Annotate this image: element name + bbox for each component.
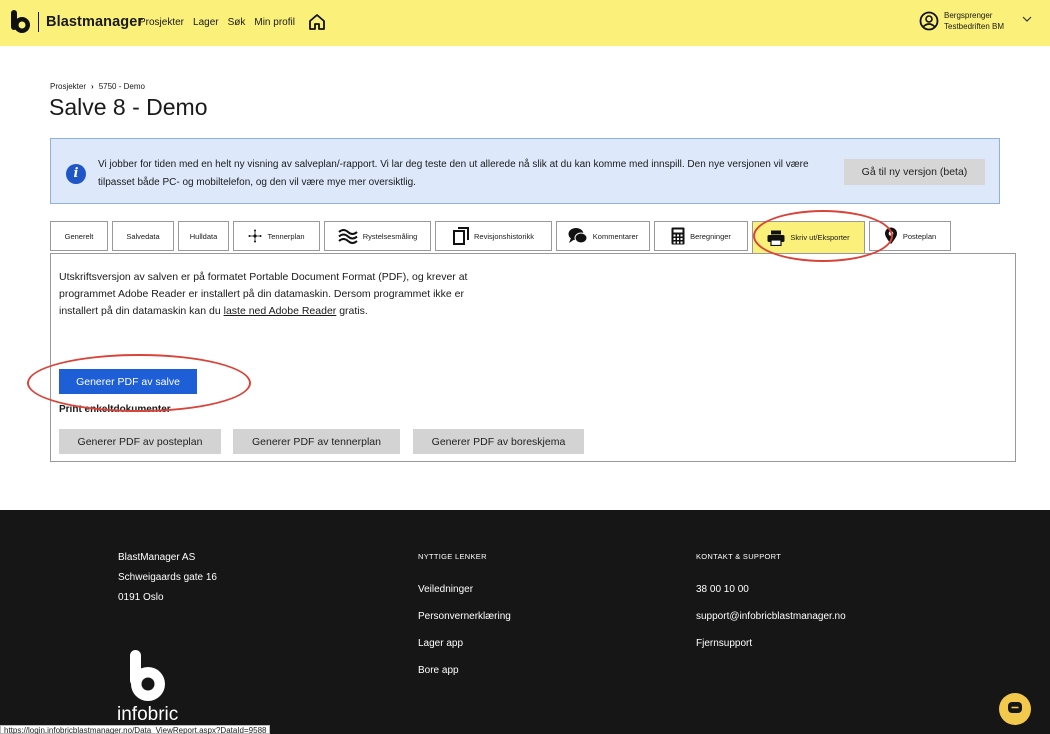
logo-divider (38, 12, 39, 32)
user-company: Testbedriften BM (944, 22, 1005, 31)
info-icon: i (66, 164, 86, 184)
chat-icon (568, 228, 588, 244)
chat-bubble-icon (1008, 701, 1022, 713)
pdf-description-end: gratis. (336, 305, 368, 317)
tab-label: Beregninger (690, 231, 731, 241)
tab-posteplan[interactable]: Posteplan (869, 221, 951, 251)
user-info[interactable]: Bergsprenger Testbedriften BM (944, 10, 1004, 32)
tab-label: Posteplan (902, 231, 937, 241)
tab-skriv-ut-eksporter[interactable]: Skriv ut/Eksporter (752, 221, 865, 253)
calculator-icon (671, 227, 685, 245)
top-navigation-bar: Blastmanager Prosjekter Lager Søk Min pr… (0, 0, 1050, 46)
pdf-description: Utskriftsversjon av salven er på formate… (59, 269, 479, 320)
tab-label: Rystelsesmåling (362, 231, 418, 241)
tab-bar: Generelt Salvedata Hulldata Tennerplan R… (50, 221, 955, 253)
network-icon (248, 229, 262, 243)
contact-email[interactable]: support@infobricblastmanager.no (696, 603, 846, 630)
nav-item-min-profil[interactable]: Min profil (254, 17, 295, 28)
generate-salve-pdf-button[interactable]: Generer PDF av salve (59, 369, 197, 394)
chevron-down-icon[interactable] (1022, 15, 1032, 23)
tab-label: Tennerplan (267, 231, 305, 241)
nav-item-prosjekter[interactable]: Prosjekter (139, 17, 184, 28)
single-documents-label: Print enkeltdokumenter (59, 404, 171, 415)
contact-remote-support[interactable]: Fjernsupport (696, 630, 846, 657)
breadcrumb-separator-icon: › (91, 82, 94, 91)
tab-label: Skriv ut/Eksporter (790, 233, 850, 242)
generate-boreskjema-pdf-button[interactable]: Generer PDF av boreskjema (413, 429, 584, 454)
export-panel: Utskriftsversjon av salven er på formate… (50, 253, 1016, 462)
nav-item-sok[interactable]: Søk (228, 17, 246, 28)
company-street: Schweigaards gate 16 (118, 572, 217, 583)
footer: BlastManager AS Schweigaards gate 16 019… (0, 510, 1050, 734)
breadcrumb-project[interactable]: 5750 - Demo (99, 82, 145, 91)
generate-posteplan-pdf-button[interactable]: Generer PDF av posteplan (59, 429, 221, 454)
useful-links-heading: NYTTIGE LENKER (418, 552, 487, 561)
new-version-beta-button[interactable]: Gå til ny versjon (beta) (844, 159, 985, 185)
nav-item-lager[interactable]: Lager (193, 17, 219, 28)
tab-generelt[interactable]: Generelt (50, 221, 108, 251)
footer-link-lager-app[interactable]: Lager app (418, 630, 511, 657)
home-icon[interactable] (307, 12, 327, 32)
contact-links: 38 00 10 00 support@infobricblastmanager… (696, 576, 846, 657)
generate-tennerplan-pdf-button[interactable]: Generer PDF av tennerplan (233, 429, 400, 454)
main-nav: Prosjekter Lager Søk Min profil (139, 17, 295, 28)
infobric-logo-icon (130, 650, 165, 701)
useful-links: Veiledninger Personvernerklæring Lager a… (418, 576, 511, 684)
user-name: Bergsprenger (944, 11, 993, 20)
copy-icon (452, 227, 469, 245)
tab-beregninger[interactable]: Beregninger (654, 221, 748, 251)
footer-link-veiledninger[interactable]: Veiledninger (418, 576, 511, 603)
tab-salvedata[interactable]: Salvedata (112, 221, 174, 251)
footer-link-bore-app[interactable]: Bore app (418, 657, 511, 684)
company-city: 0191 Oslo (118, 592, 164, 603)
footer-link-personvern[interactable]: Personvernerklæring (418, 603, 511, 630)
company-name: BlastManager AS (118, 552, 196, 563)
tab-rystelsesmaling[interactable]: Rystelsesmåling (324, 221, 431, 251)
breadcrumb-projects[interactable]: Prosjekter (50, 82, 86, 91)
info-banner-text: Vi jobber for tiden med en helt ny visni… (98, 159, 809, 188)
tab-label: Kommentarer (592, 231, 639, 241)
tab-label: Revisjonshistorikk (473, 231, 535, 241)
tab-tennerplan[interactable]: Tennerplan (233, 221, 320, 251)
tab-revisjonshistorikk[interactable]: Revisjonshistorikk (435, 221, 552, 251)
chat-support-button[interactable] (999, 693, 1031, 725)
map-pin-icon (884, 227, 897, 244)
page-title: Salve 8 - Demo (49, 94, 208, 120)
tab-kommentarer[interactable]: Kommentarer (556, 221, 650, 251)
contact-heading: KONTAKT & SUPPORT (696, 552, 782, 561)
blastmanager-logo-icon[interactable] (10, 10, 32, 34)
printer-icon (767, 230, 785, 246)
tab-hulldata[interactable]: Hulldata (178, 221, 229, 251)
infobric-logo-text: infobric (117, 704, 179, 725)
company-address: BlastManager AS Schweigaards gate 16 019… (118, 548, 217, 608)
user-account-icon[interactable] (919, 11, 939, 31)
breadcrumb: Prosjekter › 5750 - Demo (50, 82, 145, 91)
tab-label: Salvedata (126, 231, 160, 241)
wave-icon (338, 229, 358, 244)
info-banner: i Vi jobber for tiden med en helt ny vis… (50, 138, 1000, 204)
tab-label: Generelt (64, 231, 94, 241)
status-bar-url: https://login.infobricblastmanager.no/Da… (0, 725, 271, 734)
brand-name[interactable]: Blastmanager (46, 14, 143, 30)
contact-phone[interactable]: 38 00 10 00 (696, 576, 846, 603)
tab-label: Hulldata (189, 231, 218, 241)
download-adobe-reader-link[interactable]: laste ned Adobe Reader (224, 305, 337, 317)
